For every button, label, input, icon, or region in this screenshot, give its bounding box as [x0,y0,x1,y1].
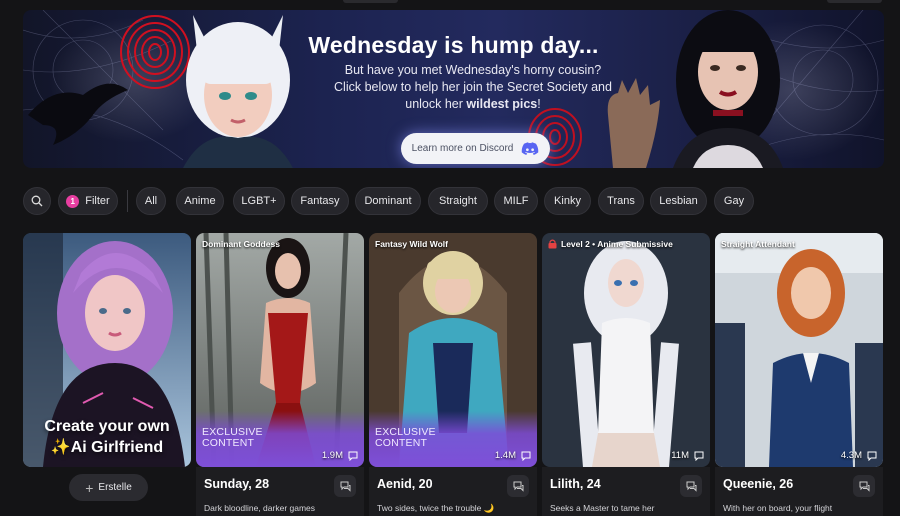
lock-icon [548,239,557,249]
category-chip-kinky[interactable]: Kinky [544,187,591,215]
card-info-sunday[interactable]: Sunday, 28 Dark bloodline, darker games [196,467,364,516]
card-tag: Level 2 • Anime Submissive [548,239,673,249]
message-count: 1.9M [321,450,343,461]
banner-subtitle-text: ! [537,97,541,111]
card-tag-label: Fantasy Wild Wolf [375,239,448,249]
card-info-queenie[interactable]: Queenie, 26 With her on board, your flig… [715,467,883,516]
chat-icon [513,481,523,492]
chat-icon [340,481,350,492]
character-description: Two sides, twice the trouble 🌙 [377,503,495,513]
chat-button[interactable] [853,475,875,497]
exclusive-label: EXCLUSIVE CONTENT [202,426,263,449]
promo-banner[interactable]: Wednesday is hump day... But have you me… [23,10,884,168]
category-chip-fantasy[interactable]: Fantasy [291,187,349,215]
card-tag: Straight Attendant [721,239,795,249]
category-chip-straight[interactable]: Straight [428,187,488,215]
chip-label: Kinky [554,195,581,207]
character-description: Dark bloodline, darker games [204,503,316,513]
crow-illustration [28,83,128,145]
category-chip-milf[interactable]: MILF [494,187,538,215]
plus-icon: + [85,479,94,496]
chat-button[interactable] [507,475,529,497]
chip-label: LGBT+ [241,195,277,207]
chat-bubble-icon [694,451,704,461]
character-card-lilith[interactable]: Level 2 • Anime Submissive 11M [542,233,710,467]
chip-label: Gay [723,195,745,207]
category-chip-all[interactable]: All [136,187,166,215]
filter-button[interactable]: 1 Filter [58,187,118,215]
chip-label: Lesbian [659,195,698,207]
create-button-label: Erstelle [98,482,132,493]
character-image-lilith [542,233,710,467]
chat-bubble-icon [867,451,877,461]
chat-button[interactable] [680,475,702,497]
character-card-queenie[interactable]: Straight Attendant 4.3M [715,233,883,467]
exclusive-label: EXCLUSIVE CONTENT [375,426,436,449]
search-button[interactable] [23,187,51,215]
chip-label: All [144,195,158,207]
card-tag: Fantasy Wild Wolf [375,239,448,249]
chat-button[interactable] [334,475,356,497]
create-card-title: Create your own ✨Ai Girlfriend [23,416,191,458]
category-chip-anime[interactable]: Anime [176,187,224,215]
chat-bubble-icon [348,451,358,461]
banner-title: Wednesday is hump day... [308,32,599,58]
discord-button-label: Learn more on Discord [411,143,514,154]
banner-subtitle-bold: wildest pics [466,97,538,111]
filter-count-badge: 1 [66,194,80,208]
chip-label: Trans [607,195,635,207]
header-edge-left [343,0,398,3]
banner-subtitle: But have you met Wednesday's horny cousi… [323,62,623,113]
chip-label: Dominant [364,195,412,207]
filter-divider [127,190,128,212]
banner-subtitle-text: unlock her [405,97,467,111]
banner-subtitle-line: But have you met Wednesday's horny cousi… [344,63,602,77]
banner-subtitle-line: Click below to help her join the Secret … [334,80,612,94]
card-stats: 1.9M [322,450,358,461]
category-chip-dominant[interactable]: Dominant [355,187,421,215]
create-card-line: Create your own [44,418,170,435]
message-count: 11M [671,450,689,461]
card-info-lilith[interactable]: Lilith, 24 Seeks a Master to tame her [542,467,710,516]
character-image-queenie [715,233,883,467]
header-edge-right [827,0,882,3]
message-count: 1.4M [494,450,516,461]
message-count: 4.3M [840,450,862,461]
search-icon [31,195,43,207]
create-card-line: ✨Ai Girlfriend [50,439,164,456]
character-name: Queenie, 26 [723,477,794,491]
character-card-sunday[interactable]: Dominant Goddess EXCLUSIVE CONTENT 1.9M [196,233,364,467]
card-tag-label: Dominant Goddess [202,239,280,249]
chip-label: Anime [184,195,216,207]
banner-subtitle-line: unlock her wildest pics! [323,96,623,113]
create-girlfriend-card[interactable]: Create your own ✨Ai Girlfriend [23,233,191,467]
character-description: With her on board, your flight [723,503,833,513]
card-tag-label: Level 2 • Anime Submissive [561,239,673,249]
chat-icon [859,481,869,492]
chip-label: MILF [503,195,529,207]
character-name: Sunday, 28 [204,477,270,491]
chat-icon [686,481,696,492]
filter-label: Filter [85,195,110,207]
category-chip-trans[interactable]: Trans [598,187,644,215]
card-stats: 4.3M [841,450,877,461]
category-chip-lesbian[interactable]: Lesbian [650,187,707,215]
chat-bubble-icon [521,451,531,461]
category-chip-lgbt[interactable]: LGBT+ [233,187,285,215]
chip-label: Straight [439,195,477,207]
character-name: Aenid, 20 [377,477,433,491]
character-name: Lilith, 24 [550,477,601,491]
card-stats: 11M [671,450,704,461]
chip-label: Fantasy [300,195,340,207]
discord-button[interactable]: Learn more on Discord [401,133,550,164]
create-button[interactable]: + Erstelle [69,474,148,501]
character-description: Seeks a Master to tame her [550,503,655,513]
card-info-aenid[interactable]: Aenid, 20 Two sides, twice the trouble 🌙 [369,467,537,516]
discord-icon [522,141,539,155]
card-stats: 1.4M [495,450,531,461]
category-chip-gay[interactable]: Gay [714,187,754,215]
card-tag: Dominant Goddess [202,239,280,249]
card-tag-label: Straight Attendant [721,239,795,249]
character-card-aenid[interactable]: Fantasy Wild Wolf EXCLUSIVE CONTENT 1.4M [369,233,537,467]
